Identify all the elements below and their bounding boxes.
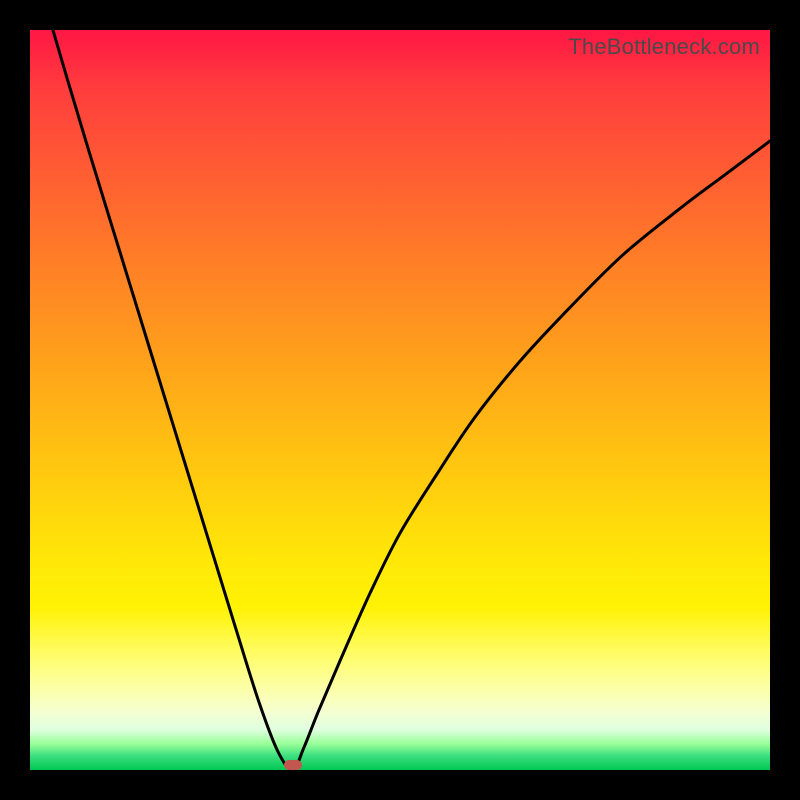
optimal-point-marker bbox=[284, 760, 302, 770]
plot-area: TheBottleneck.com bbox=[30, 30, 770, 770]
chart-frame: TheBottleneck.com bbox=[0, 0, 800, 800]
bottleneck-curve bbox=[30, 30, 770, 770]
watermark-text: TheBottleneck.com bbox=[568, 34, 760, 60]
